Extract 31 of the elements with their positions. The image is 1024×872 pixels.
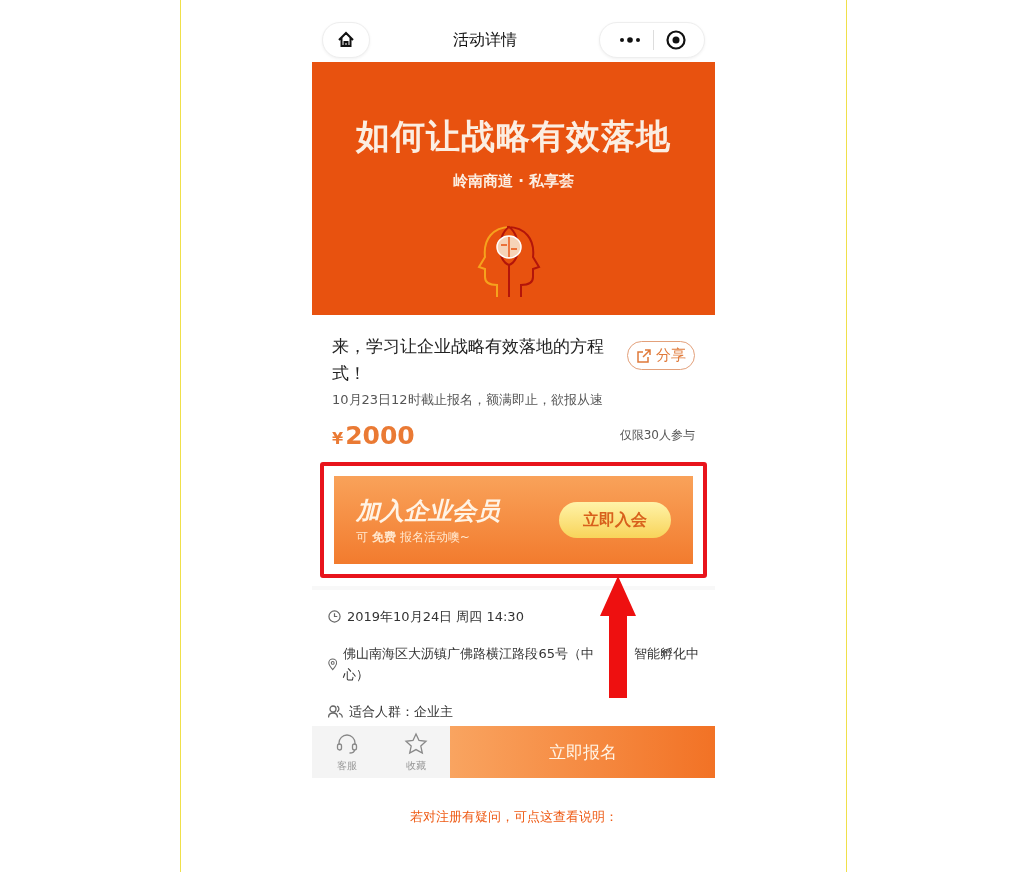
close-target-icon[interactable] xyxy=(665,30,686,50)
audience-text: 适合人群：企业主 xyxy=(349,703,453,721)
register-button[interactable]: 立即报名 xyxy=(450,726,715,778)
participant-limit: 仅限30人参与 xyxy=(619,427,695,444)
star-icon[interactable] xyxy=(403,731,428,756)
customer-service-button[interactable]: 客服 xyxy=(312,726,381,778)
more-icon[interactable] xyxy=(618,37,641,43)
page-title: 活动详情 xyxy=(452,29,517,51)
home-button[interactable] xyxy=(322,22,370,58)
capsule-menu[interactable] xyxy=(599,22,705,58)
address-text: 智能孵化中 xyxy=(634,645,699,663)
share-icon xyxy=(636,347,652,364)
share-button[interactable]: 分享 xyxy=(627,341,695,370)
favorite-button[interactable]: 收藏 xyxy=(381,726,450,778)
clock-icon xyxy=(328,610,341,623)
price: ¥2000 xyxy=(332,421,415,450)
join-button[interactable]: 立即入会 xyxy=(559,502,671,538)
address-text: 心） xyxy=(343,666,371,684)
promo-note: 可 免费 报名活动噢~ xyxy=(356,528,471,546)
event-time: 2019年10月24日 周四 14:30 xyxy=(347,608,524,626)
address-text: 佛山南海区大沥镇广佛路横江路段65号（中 xyxy=(343,645,594,663)
people-icon xyxy=(328,705,343,718)
headset-icon[interactable] xyxy=(334,731,359,756)
deadline-text: 10月23日12时截止报名，额满即止，欲报从速 xyxy=(332,391,604,409)
banner-title: 如何让战略有效落地 xyxy=(356,115,671,158)
event-title: 来，学习让企业战略有效落地的方程式！ xyxy=(332,335,605,385)
location-pin-icon xyxy=(328,656,338,672)
banner-subtitle: 岭南商道 · 私享荟 xyxy=(452,172,575,191)
help-note[interactable]: 若对注册有疑问，可点这查看说明： xyxy=(409,808,618,826)
home-icon xyxy=(337,31,355,49)
promo-title: 加入企业会员 xyxy=(356,495,500,527)
